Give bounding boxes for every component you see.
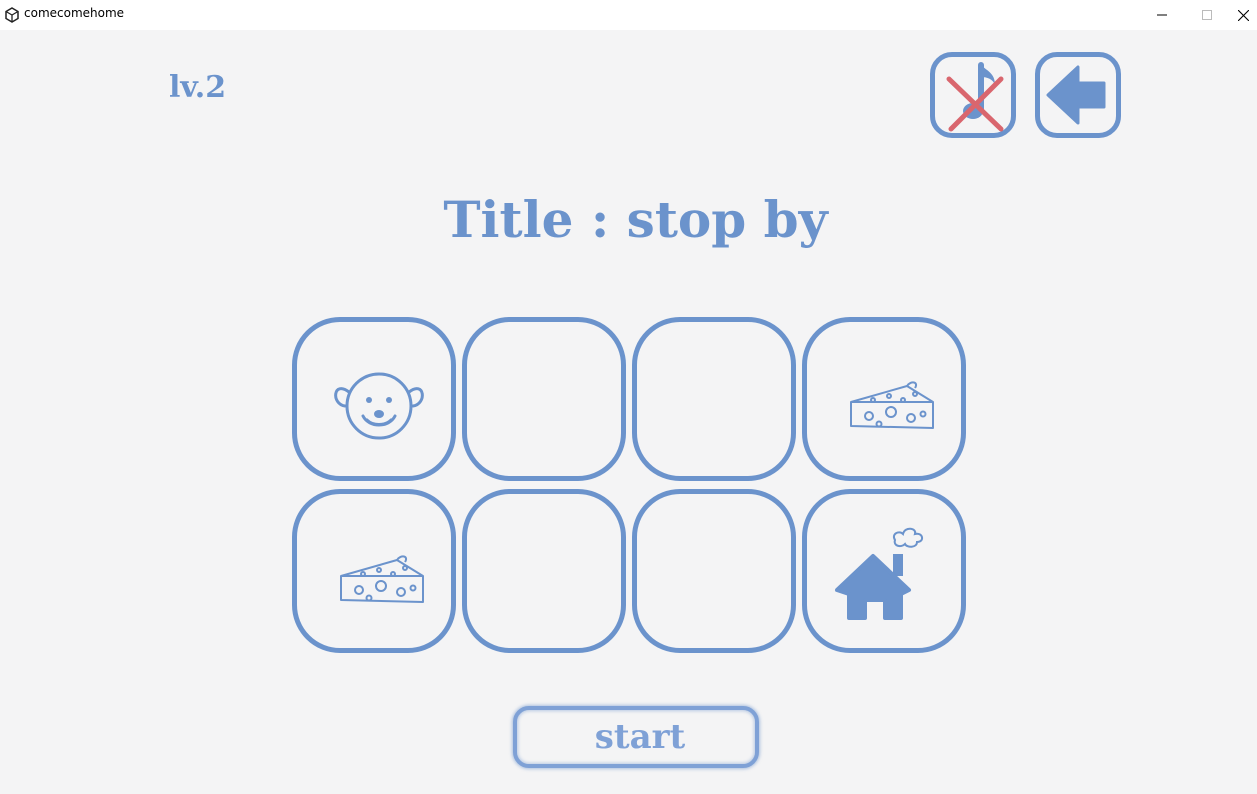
close-button[interactable] [1229, 0, 1257, 30]
minimize-button[interactable] [1139, 0, 1184, 30]
stage-title: Title : stop by [443, 190, 828, 249]
board-cell-empty[interactable] [632, 489, 796, 653]
board-cell-empty[interactable] [462, 317, 626, 481]
back-button[interactable] [1035, 52, 1121, 138]
minimize-icon [1156, 14, 1167, 16]
board-cell-empty[interactable] [632, 317, 796, 481]
unity-icon [5, 7, 19, 23]
mouse-icon [334, 372, 424, 440]
cheese-icon [850, 381, 934, 429]
mute-button[interactable] [930, 52, 1016, 138]
maximize-button[interactable] [1184, 0, 1229, 30]
window-title: comecomehome [24, 6, 125, 20]
cheese-icon [340, 555, 424, 603]
board-cell-house[interactable] [802, 489, 966, 653]
close-icon [1237, 9, 1249, 21]
puzzle-board [292, 317, 974, 661]
music-note-crossed-icon [946, 62, 1004, 132]
game-canvas: lv.2 Title : stop by start [0, 30, 1257, 794]
board-cell-cheese[interactable] [802, 317, 966, 481]
board-cell-empty[interactable] [462, 489, 626, 653]
left-arrow-icon [1046, 65, 1106, 125]
start-button[interactable]: start [513, 706, 759, 768]
window-titlebar: comecomehome [0, 0, 1257, 30]
house-icon [835, 527, 923, 620]
board-cell-mouse[interactable] [292, 317, 456, 481]
level-label: lv.2 [169, 70, 227, 105]
maximize-icon [1201, 10, 1212, 20]
board-cell-cheese[interactable] [292, 489, 456, 653]
